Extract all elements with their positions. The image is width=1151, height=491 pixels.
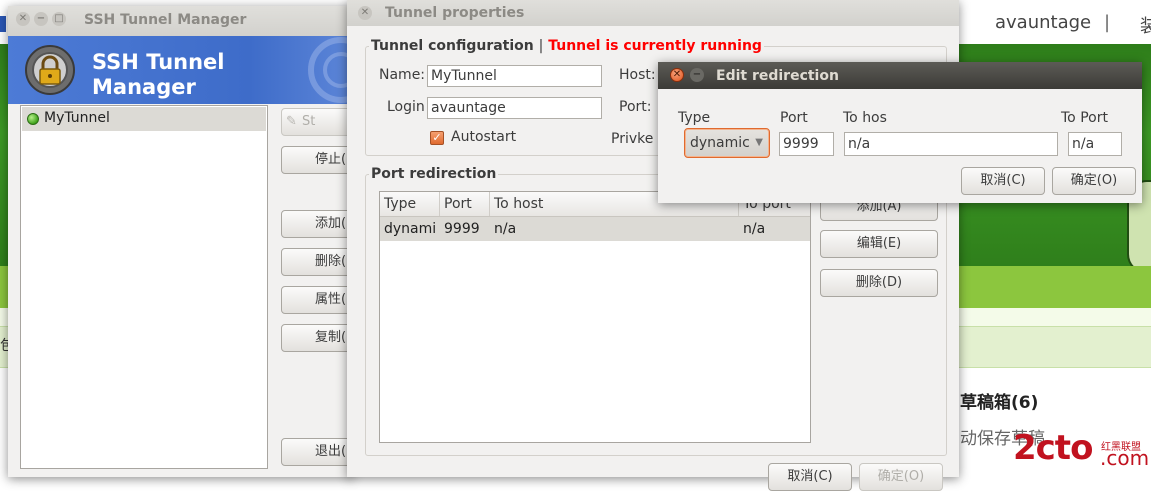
login-label: Login: [387, 99, 425, 115]
close-icon[interactable]: ✕: [16, 12, 30, 26]
start-icon: ✎: [286, 114, 297, 129]
privkey-label: Privke: [611, 131, 654, 147]
main-window-title: SSH Tunnel Manager: [84, 12, 247, 28]
main-titlebar[interactable]: ✕ − □ SSH Tunnel Manager: [8, 6, 353, 36]
banner-dragon-art: [308, 37, 353, 103]
login-field[interactable]: avauntage: [427, 97, 602, 119]
minimize-icon[interactable]: −: [690, 68, 704, 82]
type-combobox-value: dynamic: [690, 135, 750, 151]
tunnel-status-text: Tunnel is currently running: [548, 38, 762, 54]
edit-window-title: Edit redirection: [716, 68, 839, 84]
port-label: Port: [780, 110, 808, 126]
to-port-label: To Port: [1061, 110, 1108, 126]
copy-tunnel-button[interactable]: 复制(: [281, 324, 353, 352]
type-label: Type: [678, 110, 711, 126]
port-label: Port:: [619, 99, 652, 115]
column-header-type[interactable]: Type: [380, 192, 440, 216]
list-item[interactable]: MyTunnel: [22, 107, 266, 131]
column-header-port[interactable]: Port: [440, 192, 490, 216]
properties-button[interactable]: 属性(: [281, 286, 353, 314]
autostart-checkbox[interactable]: ✓: [430, 131, 444, 145]
app-banner: SSH Tunnel Manager: [8, 36, 353, 104]
start-label: St: [302, 114, 316, 129]
to-host-label: To hos: [843, 110, 887, 126]
username-link[interactable]: avauntage: [995, 12, 1091, 33]
watermark: 2cto 红黑联盟 .com: [1013, 428, 1149, 470]
quit-button[interactable]: 退出(: [281, 438, 353, 466]
cancel-button[interactable]: 取消(C): [961, 167, 1045, 195]
running-status-icon: [27, 113, 39, 125]
redirection-table[interactable]: Type Port To host To port dynami 9999 n/…: [379, 191, 811, 443]
page-logo-fragment: [0, 16, 6, 32]
stop-button[interactable]: 停止(: [281, 146, 353, 174]
cell-to-host: n/a: [494, 221, 517, 237]
config-group-title: Tunnel configuration | Tunnel is current…: [369, 38, 764, 54]
delete-redirection-button[interactable]: 删除(D): [820, 269, 938, 297]
type-combobox[interactable]: dynamic ▼: [684, 128, 770, 158]
drafts-folder-link[interactable]: 草稿箱(6): [960, 388, 1038, 413]
padlock-gear-icon: [25, 45, 75, 95]
port-field[interactable]: 9999: [779, 132, 834, 156]
tunnel-list[interactable]: MyTunnel: [20, 105, 268, 469]
host-label: Host:: [619, 67, 656, 83]
cell-port: 9999: [444, 221, 480, 237]
header-cjk-fragment[interactable]: 装: [1140, 12, 1151, 38]
cancel-button[interactable]: 取消(C): [768, 463, 852, 491]
start-button[interactable]: ✎ St: [281, 108, 353, 136]
watermark-main: 2cto: [1013, 428, 1093, 468]
ssh-tunnel-manager-window: ✕ − □ SSH Tunnel Manager SSH Tunnel Mana…: [8, 6, 353, 477]
minimize-icon[interactable]: −: [34, 12, 48, 26]
config-separator: |: [538, 38, 544, 54]
close-icon[interactable]: ✕: [670, 68, 684, 82]
banner-title: SSH Tunnel Manager: [92, 50, 225, 99]
table-row[interactable]: dynami 9999 n/a n/a: [380, 217, 810, 241]
tunnel-name: MyTunnel: [44, 110, 110, 126]
name-label: Name:: [379, 67, 426, 83]
add-tunnel-button[interactable]: 添加(: [281, 210, 353, 238]
ok-button[interactable]: 确定(O): [859, 463, 943, 491]
chevron-down-icon: ▼: [755, 137, 763, 148]
edit-redirection-dialog: ✕ − Edit redirection Type Port To hos To…: [658, 62, 1142, 203]
header-separator: |: [1104, 12, 1111, 33]
port-redirection-title: Port redirection: [369, 166, 499, 182]
delete-tunnel-button[interactable]: 删除(: [281, 248, 353, 276]
properties-titlebar[interactable]: ✕ Tunnel properties: [347, 0, 959, 26]
ok-button[interactable]: 确定(O): [1052, 167, 1136, 195]
cell-type: dynami: [384, 221, 437, 237]
edit-titlebar[interactable]: ✕ − Edit redirection: [658, 62, 1142, 89]
config-title: Tunnel configuration: [371, 38, 534, 54]
to-host-field[interactable]: n/a: [844, 132, 1058, 156]
to-port-field[interactable]: n/a: [1068, 132, 1122, 156]
autostart-label: Autostart: [451, 129, 517, 145]
edit-redirection-button[interactable]: 编辑(E): [820, 230, 938, 258]
close-icon[interactable]: ✕: [358, 6, 372, 20]
maximize-icon[interactable]: □: [52, 12, 66, 26]
name-field[interactable]: MyTunnel: [427, 65, 602, 87]
cell-to-port: n/a: [743, 221, 766, 237]
watermark-com: .com: [1100, 446, 1150, 470]
properties-window-title: Tunnel properties: [385, 5, 525, 21]
